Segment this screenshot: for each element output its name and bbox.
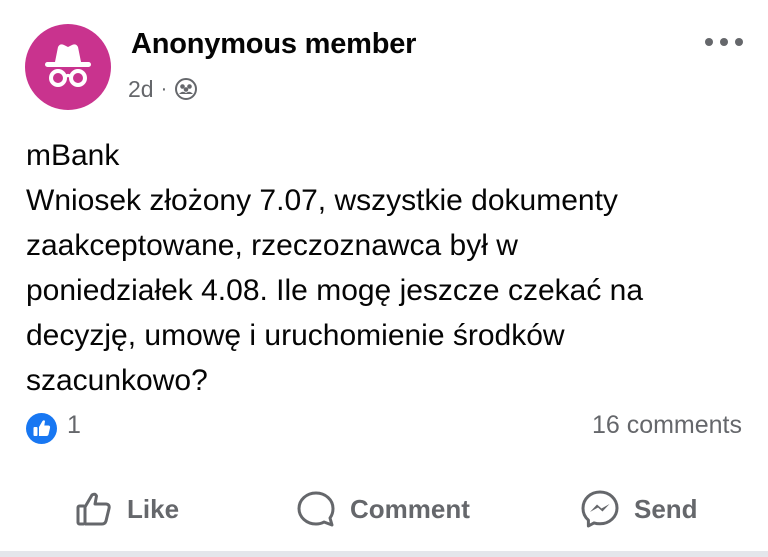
like-reaction-icon[interactable] [26,413,57,444]
post-body-line: mBank [26,139,120,172]
post-card: Anonymous member 2d · mBank Wniosek złoż… [0,0,768,557]
avatar[interactable] [25,24,111,110]
divider [0,551,768,557]
author-name[interactable]: Anonymous member [131,28,416,61]
post-body-line: Wniosek złożony 7.07, wszystkie dokument… [26,184,618,217]
comments-count[interactable]: 16 comments [592,411,742,440]
more-options-icon[interactable] [702,30,746,54]
send-button-label: Send [634,493,698,524]
post-meta: 2d · [128,73,198,105]
like-button-label: Like [127,493,180,524]
group-icon [175,78,198,100]
post-body-line: poniedziałek 4.08. Ile mogę jeszcze czek… [26,274,644,307]
post-body-line: szacunkowo? [26,364,208,397]
comment-button[interactable]: Comment [296,478,470,540]
action-bar: Like Comment Send [0,478,768,540]
post-body-line: decyzję, umowę i uruchomienie środków [26,319,565,352]
meta-separator: · [160,77,168,100]
thumbs-up-icon [76,492,111,526]
comment-button-label: Comment [350,493,470,524]
comment-bubble-icon [297,491,335,527]
reaction-count[interactable]: 1 [67,411,81,440]
send-button[interactable]: Send [580,478,698,540]
post-time[interactable]: 2d [128,76,154,103]
post-body: mBank Wniosek złożony 7.07, wszystkie do… [26,133,746,403]
like-button[interactable]: Like [75,478,179,540]
anonymous-incognito-icon [45,44,91,87]
post-body-line: zaakceptowane, rzeczoznawca był w [26,229,518,262]
messenger-icon [581,490,619,528]
